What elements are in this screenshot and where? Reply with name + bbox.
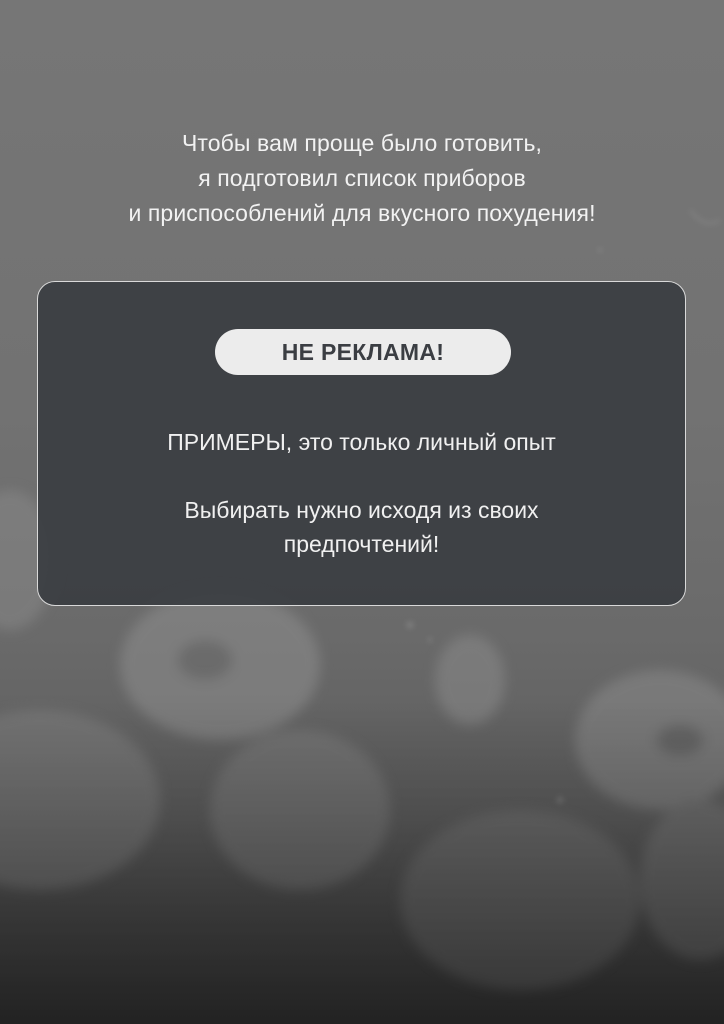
not-advertising-badge: НЕ РЕКЛАМА! bbox=[215, 329, 511, 375]
examples-note-text: ПРИМЕРЫ, это только личный опыт bbox=[167, 429, 556, 455]
intro-line-3: и приспособлений для вкусного похудения! bbox=[128, 200, 596, 226]
examples-note: ПРИМЕРЫ, это только личный опыт bbox=[38, 425, 685, 459]
disclaimer-card: НЕ РЕКЛАМА! ПРИМЕРЫ, это только личный о… bbox=[37, 281, 686, 606]
preference-note-line-2: предпочтений! bbox=[283, 531, 440, 557]
intro-text: Чтобы вам проще было готовить, я подгото… bbox=[0, 126, 724, 231]
preference-note: Выбирать нужно исходя из своих предпочте… bbox=[38, 493, 685, 561]
intro-line-1: Чтобы вам проще было готовить, bbox=[181, 130, 543, 156]
preference-note-line-1: Выбирать нужно исходя из своих bbox=[184, 497, 539, 523]
intro-line-2: я подготовил список приборов bbox=[198, 165, 526, 191]
